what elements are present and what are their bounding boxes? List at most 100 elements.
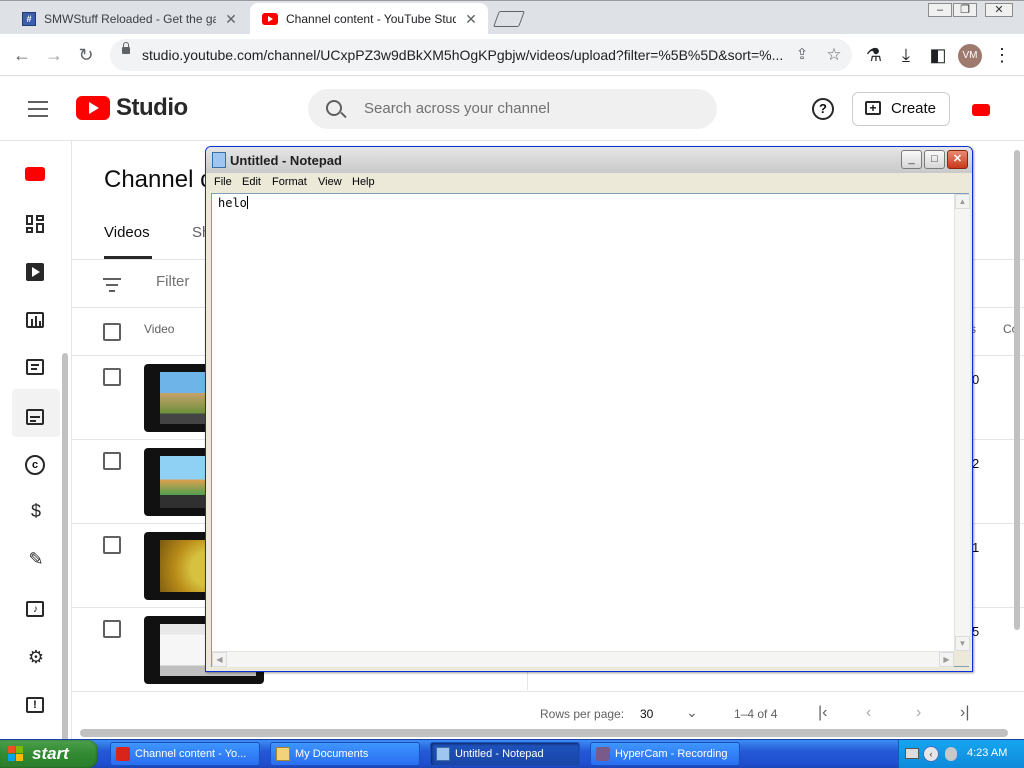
notepad-text-line: helo: [218, 196, 248, 210]
profile-avatar[interactable]: VM: [958, 44, 982, 68]
back-arrow-icon[interactable]: ←: [10, 43, 34, 67]
previous-page-icon[interactable]: ‹: [866, 704, 871, 722]
row-stat-value: 0: [972, 372, 980, 387]
notepad-text: helo: [218, 196, 247, 210]
scroll-up-arrow-icon[interactable]: ▲: [955, 194, 970, 209]
taskbar-item-hypercam[interactable]: HyperCam - Recording: [590, 742, 740, 766]
reload-icon[interactable]: ↻: [74, 43, 98, 67]
browser-tab-smwstuff[interactable]: # SMWStuff Reloaded - Get the game ✕: [10, 3, 248, 35]
comments-icon[interactable]: [26, 359, 44, 375]
menu-edit[interactable]: Edit: [242, 176, 261, 188]
help-icon[interactable]: ?: [812, 98, 834, 120]
notepad-app-icon[interactable]: [212, 152, 226, 168]
next-page-icon[interactable]: ›: [916, 704, 921, 722]
copyright-icon[interactable]: c: [25, 455, 45, 475]
labs-flask-icon[interactable]: ⚗: [862, 43, 886, 67]
close-tab-icon[interactable]: ✕: [224, 11, 238, 28]
taskbar-item-notepad[interactable]: Untitled - Notepad: [430, 742, 580, 766]
analytics-icon[interactable]: [26, 312, 44, 328]
scroll-right-arrow-icon[interactable]: ▶: [939, 652, 954, 667]
close-button[interactable]: ✕: [947, 150, 968, 169]
collapse-tray-icon[interactable]: ‹: [923, 746, 939, 762]
subtitles-icon[interactable]: [26, 409, 44, 425]
page-range-text: 1–4 of 4: [734, 707, 778, 721]
restore-window-button[interactable]: ❐: [953, 3, 977, 17]
notepad-text-area[interactable]: helo ▲ ▼ ◀ ▶: [211, 193, 970, 667]
minimize-window-button[interactable]: –: [928, 3, 952, 17]
earn-dollar-icon[interactable]: $: [24, 501, 48, 523]
search-placeholder: Search across your channel: [364, 100, 550, 117]
notepad-title: Untitled - Notepad: [230, 153, 342, 168]
menu-format[interactable]: Format: [272, 176, 307, 188]
resize-grip-icon[interactable]: [954, 651, 969, 666]
channel-search-input[interactable]: Search across your channel: [308, 89, 717, 129]
feedback-icon[interactable]: !: [26, 697, 44, 713]
row-checkbox[interactable]: [103, 368, 121, 386]
rows-per-page-label: Rows per page:: [540, 707, 625, 721]
row-checkbox[interactable]: [103, 620, 121, 638]
minimize-button[interactable]: _: [901, 150, 922, 169]
url-text[interactable]: studio.youtube.com/channel/UCxpPZ3w9dBkX…: [142, 47, 782, 63]
keyboard-tray-icon[interactable]: [905, 748, 919, 759]
start-button[interactable]: start: [0, 740, 98, 768]
filter-input[interactable]: Filter: [156, 273, 189, 290]
share-icon[interactable]: ⇪: [790, 43, 814, 67]
channel-avatar-icon[interactable]: [25, 167, 45, 181]
menu-view[interactable]: View: [318, 176, 342, 188]
windows-flag-icon: [8, 746, 24, 762]
lock-icon[interactable]: [122, 42, 130, 54]
bookmark-star-icon[interactable]: ☆: [822, 43, 846, 67]
rows-per-page-select[interactable]: 30: [640, 707, 653, 721]
row-checkbox[interactable]: [103, 536, 121, 554]
settings-gear-icon[interactable]: ⚙: [24, 647, 48, 669]
menu-file[interactable]: File: [214, 176, 232, 188]
vertical-scrollbar[interactable]: [1014, 150, 1020, 630]
notepad-horizontal-scrollbar[interactable]: ◀ ▶: [212, 651, 954, 667]
youtube-logo-icon[interactable]: [76, 96, 110, 120]
hamburger-menu-icon[interactable]: [28, 101, 48, 117]
content-icon[interactable]: [26, 263, 44, 281]
taskbar-clock[interactable]: 4:23 AM: [967, 747, 1007, 759]
select-all-checkbox[interactable]: [103, 323, 121, 341]
side-panel-icon[interactable]: ◧: [926, 43, 950, 67]
address-bar[interactable]: studio.youtube.com/channel/UCxpPZ3w9dBkX…: [110, 39, 852, 71]
chevron-down-icon[interactable]: ⌄: [686, 704, 698, 721]
maximize-button[interactable]: □: [924, 150, 945, 169]
channel-account-icon[interactable]: [972, 104, 990, 116]
create-button[interactable]: + Create: [852, 92, 950, 126]
menu-kebab-icon[interactable]: ⋮: [990, 43, 1014, 67]
menu-help[interactable]: Help: [352, 176, 375, 188]
close-tab-icon[interactable]: ✕: [464, 11, 478, 28]
filter-icon[interactable]: [103, 278, 121, 296]
scroll-left-arrow-icon[interactable]: ◀: [212, 652, 227, 667]
search-icon: [326, 100, 342, 116]
notepad-title-bar[interactable]: Untitled - Notepad _ □ ✕: [206, 147, 972, 173]
video-column-header[interactable]: Video: [144, 322, 174, 336]
new-tab-button[interactable]: [493, 11, 525, 27]
notepad-vertical-scrollbar[interactable]: ▲ ▼: [954, 194, 970, 651]
studio-logo-text[interactable]: Studio: [116, 94, 188, 122]
tray-status-icon[interactable]: [945, 747, 957, 761]
customization-wand-icon[interactable]: ✎: [24, 549, 48, 571]
sidebar-scrollbar[interactable]: [62, 353, 68, 749]
taskbar-item-chrome[interactable]: Channel content - Yo...: [110, 742, 260, 766]
close-window-button[interactable]: ✕: [985, 3, 1013, 17]
text-caret: [246, 196, 248, 209]
taskbar-item-my-documents[interactable]: My Documents: [270, 742, 420, 766]
row-stat-value: 1: [972, 540, 980, 555]
browser-tab-youtube-studio[interactable]: Channel content - YouTube Studio ✕: [250, 3, 488, 35]
first-page-icon[interactable]: |‹: [818, 704, 827, 722]
tab-videos[interactable]: Videos: [104, 224, 150, 241]
scroll-down-arrow-icon[interactable]: ▼: [955, 636, 970, 651]
hypercam-app-icon: [596, 747, 610, 761]
forward-arrow-icon[interactable]: →: [42, 43, 66, 67]
dashboard-icon[interactable]: [26, 215, 44, 233]
taskbar-item-label: Channel content - Yo...: [135, 748, 247, 760]
studio-sidebar: c $ ✎ ♪ ⚙ !: [0, 141, 72, 749]
horizontal-scrollbar[interactable]: [80, 729, 1008, 737]
audio-library-icon[interactable]: ♪: [26, 601, 44, 617]
notepad-window[interactable]: Untitled - Notepad _ □ ✕ File Edit Forma…: [205, 146, 973, 672]
download-icon[interactable]: ⤓: [894, 43, 918, 67]
row-checkbox[interactable]: [103, 452, 121, 470]
last-page-icon[interactable]: ›|: [960, 704, 969, 722]
